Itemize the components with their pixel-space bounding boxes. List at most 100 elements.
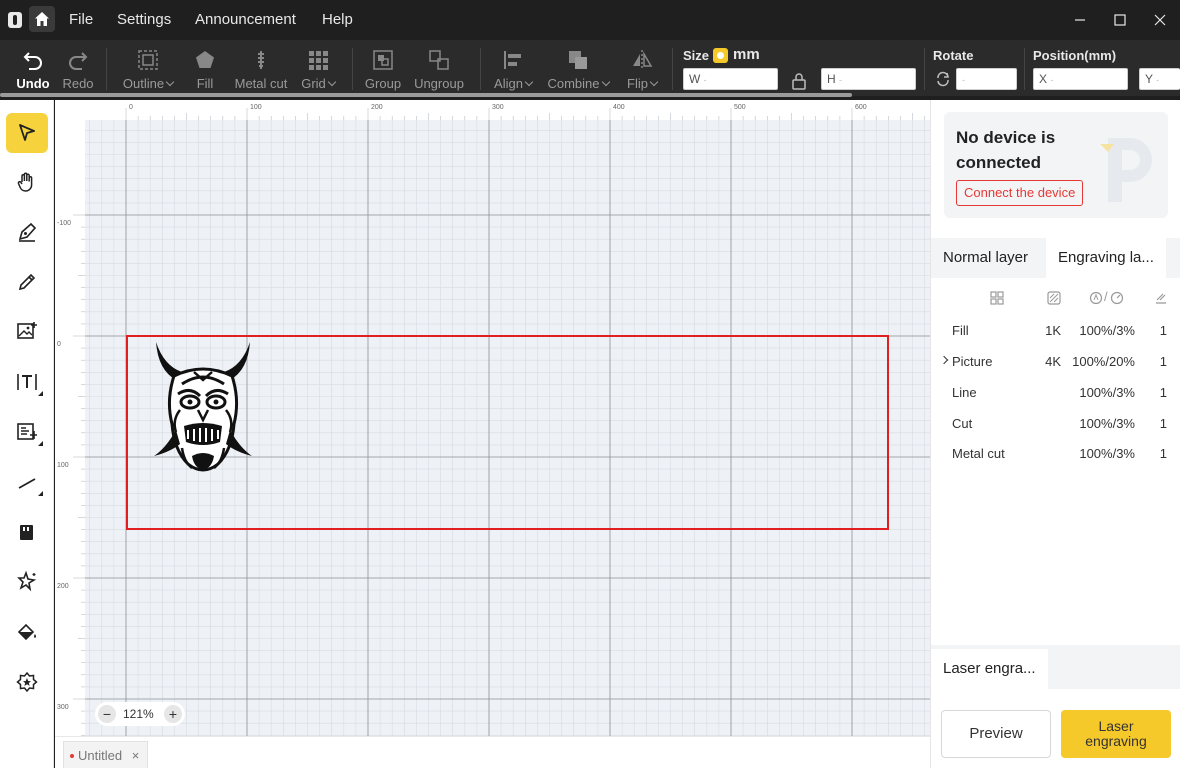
maximize-icon [1114, 14, 1126, 26]
line-tool[interactable] [6, 462, 48, 502]
close-tab-icon[interactable]: × [132, 748, 140, 763]
height-field-label: H [827, 72, 836, 86]
zoom-in-button[interactable]: + [164, 705, 182, 723]
menu-file[interactable]: File [69, 11, 93, 28]
metal-cut-button[interactable]: Metal cut [230, 40, 292, 96]
flip-icon [633, 50, 653, 70]
y-field-value: - [1156, 75, 1160, 85]
passes-icon [1156, 293, 1166, 304]
tab-normal-layer[interactable]: Normal layer [931, 238, 1040, 278]
group-button[interactable]: Group [360, 40, 406, 96]
app-logo-icon [8, 12, 22, 28]
submenu-corner-icon [38, 391, 43, 396]
layer-power-speed: 100%/20% [1072, 354, 1135, 369]
home-icon [35, 12, 49, 26]
design-canvas[interactable]: 0 100 200 300 400 500 600 -100 0 100 200 300 − 121%… [55, 100, 930, 736]
zoom-out-button[interactable]: − [98, 705, 116, 723]
combine-button[interactable]: Combine [542, 40, 614, 96]
laser-engraving-button[interactable]: Laser engraving [1061, 710, 1171, 758]
redo-button[interactable]: Redo [56, 40, 100, 96]
zoom-level: 121% [123, 707, 154, 721]
layer-name: Line [952, 385, 977, 400]
height-input[interactable]: H - [821, 68, 916, 90]
code-generator-icon [17, 423, 37, 440]
metal-cut-label: Metal cut [234, 76, 288, 91]
eraser-tool[interactable] [6, 512, 48, 552]
paint-bucket-tool[interactable] [6, 612, 48, 652]
menu-announcement[interactable]: Announcement [195, 11, 296, 28]
width-input[interactable]: W - [683, 68, 778, 90]
undo-label: Undo [16, 76, 50, 91]
toolbar: Undo Redo Outline Fill Metal cut Grid Gr… [0, 40, 1180, 97]
ruler-label-left: 200 [57, 583, 69, 590]
menu-settings[interactable]: Settings [117, 11, 171, 28]
layer-row-cut[interactable]: Cut 100%/3% 1 [931, 409, 1180, 439]
chevron-right-icon[interactable] [939, 355, 949, 365]
ungroup-icon [429, 50, 449, 70]
layer-power-speed: 100%/3% [1079, 416, 1135, 431]
x-position-input[interactable]: X - [1033, 68, 1128, 90]
align-button[interactable]: Align [488, 40, 538, 96]
pencil-tool[interactable] [6, 262, 48, 302]
layer-row-fill[interactable]: Fill 1K 100%/3% 1 [931, 316, 1180, 346]
ungroup-button[interactable]: Ungroup [410, 40, 468, 96]
rotate-input[interactable]: - [956, 68, 1017, 90]
image-tool[interactable] [6, 311, 48, 351]
y-field-label: Y [1145, 72, 1153, 86]
add-image-icon [17, 322, 37, 339]
rotate-label: Rotate [933, 48, 974, 63]
close-button[interactable] [1150, 10, 1170, 30]
fill-button[interactable]: Fill [183, 40, 227, 96]
redo-label: Redo [62, 76, 94, 91]
layer-name: Cut [952, 416, 973, 431]
layer-row-picture[interactable]: Picture 4K 100%/20% 1 [931, 347, 1180, 377]
text-icon [17, 374, 37, 390]
ruler-label-top: 500 [734, 104, 746, 111]
layer-resolution: 4K [1045, 354, 1061, 369]
ungroup-label: Ungroup [414, 76, 464, 91]
toolbar-scrollbar[interactable] [0, 93, 852, 97]
material-library-tool[interactable] [6, 662, 48, 702]
outline-button[interactable]: Outline [118, 40, 178, 96]
undo-button[interactable]: Undo [10, 40, 56, 96]
home-button[interactable] [29, 6, 55, 32]
canvas-grid: 0 100 200 300 400 500 600 -100 0 100 200 300 [55, 100, 930, 736]
resolution-icon [990, 291, 1004, 305]
pen-tool[interactable] [6, 212, 48, 252]
unit-toggle-icon[interactable] [713, 48, 728, 63]
barcode-tool[interactable] [6, 412, 48, 452]
grid-button[interactable]: Grid [296, 40, 340, 96]
maximize-button[interactable] [1110, 10, 1130, 30]
x-field-value: - [1050, 75, 1054, 85]
connect-device-button[interactable]: Connect the device [956, 180, 1084, 206]
y-position-input[interactable]: Y - [1139, 68, 1180, 90]
layer-passes: 1 [1159, 323, 1167, 338]
power-icon [1089, 291, 1103, 305]
tab-laser-engraving[interactable]: Laser engra... [931, 649, 1048, 689]
chevron-down-icon [601, 77, 610, 87]
outline-label: Outline [122, 76, 165, 91]
engrave-label-line1: Laser [1098, 718, 1134, 734]
ruler-corner [55, 100, 85, 120]
flip-button[interactable]: Flip [620, 40, 664, 96]
select-tool[interactable] [6, 113, 48, 153]
layer-row-line[interactable]: Line 100%/3% 1 [931, 378, 1180, 408]
magic-shape-tool[interactable] [6, 561, 48, 601]
minimize-icon [1075, 19, 1085, 21]
file-tab[interactable]: Untitled × [63, 741, 149, 768]
layer-row-metal-cut[interactable]: Metal cut 100%/3% 1 [931, 439, 1180, 469]
align-label: Align [494, 76, 523, 91]
ruler-label-top: 600 [855, 104, 867, 111]
layer-tabs: Normal layer Engraving la... [931, 238, 1180, 278]
pan-tool[interactable] [6, 162, 48, 202]
minimize-button[interactable] [1070, 10, 1090, 30]
menu-help[interactable]: Help [322, 11, 353, 28]
lock-icon[interactable] [791, 72, 807, 90]
engrave-label-line2: engraving [1085, 733, 1147, 749]
tab-engraving-layer[interactable]: Engraving la... [1046, 238, 1166, 278]
ruler-label-left: -100 [57, 220, 71, 227]
height-field-value: - [839, 75, 843, 85]
layer-name: Fill [952, 323, 969, 338]
text-tool[interactable] [6, 362, 48, 402]
preview-button[interactable]: Preview [941, 710, 1051, 758]
